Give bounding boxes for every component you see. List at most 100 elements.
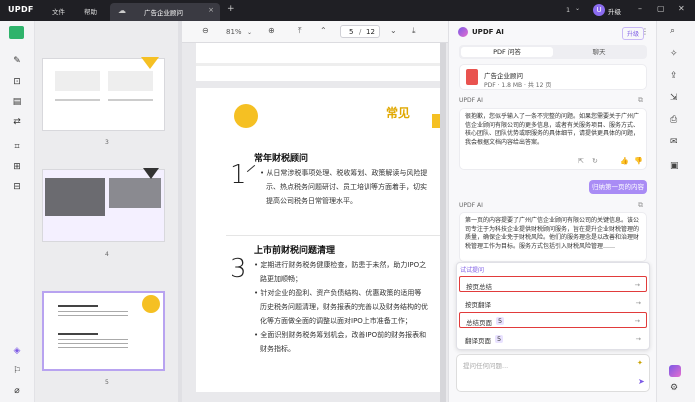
minimize-icon[interactable]: – bbox=[638, 4, 642, 13]
cloud-icon: ☁ bbox=[118, 6, 126, 15]
ai-input-box[interactable]: 提问任何问题... ✦ ➤ bbox=[456, 354, 650, 392]
thumbnail-panel: 3 4 5 bbox=[35, 21, 180, 402]
decor-circle bbox=[234, 104, 258, 128]
ai-menu-icon[interactable]: ⋮ bbox=[641, 27, 649, 36]
save-icon[interactable]: ▣ bbox=[670, 161, 679, 171]
menu-item-summarize-pages[interactable]: 总结页面 5 → bbox=[459, 312, 647, 328]
tab-pdf-qa[interactable]: PDF 问答 bbox=[461, 47, 553, 57]
account-count[interactable]: 1 bbox=[566, 6, 570, 14]
list-line-3: • 针对企业的盈利、资产负债结构、优惠政策的适用等 bbox=[254, 289, 422, 297]
ai-label-1: UPDF AI bbox=[459, 97, 483, 104]
ocr-icon[interactable]: ⌗ bbox=[10, 140, 24, 154]
ai-message-1: 很抱歉，您似乎输入了一条不完整的问题。如果您需要关于广州广信企业顾问有限公司的更… bbox=[459, 108, 647, 170]
header-badge: 常见 bbox=[386, 106, 411, 120]
suggestion-header: 试试提问 bbox=[460, 267, 485, 274]
thumbs-down-icon[interactable]: 👎 bbox=[634, 157, 643, 165]
export-icon[interactable]: ⇲ bbox=[670, 93, 678, 103]
previous-page-icon[interactable]: ⌃ bbox=[320, 26, 327, 35]
ai-chat-icon[interactable]: ✧ bbox=[670, 49, 678, 59]
page-thumbnail-3[interactable] bbox=[42, 57, 165, 131]
edit-text-icon[interactable]: ⊡ bbox=[10, 75, 24, 89]
attachment-icon[interactable]: ⌀ bbox=[10, 384, 24, 398]
section-1-line-1: • 从日常涉税事项处理、税收筹划、政策解读与风险提 bbox=[260, 169, 428, 177]
section-1-line-2: 示、热点税务问题研讨、员工培训等方面着手，切实 bbox=[266, 183, 427, 191]
zoom-level[interactable]: 81% bbox=[226, 28, 242, 36]
page-thumbnail-4[interactable] bbox=[42, 168, 165, 242]
zoom-out-icon[interactable]: ⊖ bbox=[202, 26, 209, 35]
list-line-4: 历史税务问题清理，财务报表的完善以及财务结构的优 bbox=[260, 303, 428, 311]
menu-file[interactable]: 文件 bbox=[52, 6, 65, 16]
send-icon[interactable]: ➤ bbox=[638, 377, 645, 386]
current-page: 常见 常年财税顾问 1 • 从日常涉税事项处理、税收筹划、政策解读与风险提 示、… bbox=[196, 88, 446, 392]
refresh-icon[interactable]: ↻ bbox=[592, 157, 598, 165]
thumbs-up-icon[interactable]: 👍 bbox=[620, 157, 629, 165]
search-icon[interactable]: ⌕ bbox=[670, 26, 675, 36]
pdf-file-icon bbox=[466, 69, 478, 85]
page-number-4: 4 bbox=[105, 251, 109, 258]
section-heading-1: 常年财税顾问 bbox=[254, 154, 309, 164]
share-icon[interactable]: ⇱ bbox=[578, 157, 584, 165]
chevron-down-icon[interactable]: ⌄ bbox=[247, 29, 252, 36]
reader-mode-icon[interactable] bbox=[9, 26, 24, 39]
bookmark-icon[interactable]: ⚐ bbox=[10, 364, 24, 378]
ai-mode-tabs: PDF 问答 聊天 bbox=[459, 45, 647, 59]
list-line-1: • 定期进行财务税务健康检查，防患于未然，助力IPO之 bbox=[254, 261, 427, 269]
avatar[interactable]: U bbox=[593, 4, 605, 16]
ai-message-2: 第一页的内容提要了广州广信企业顾问有限公司的关键信息。该公司专注于为科技企业提供… bbox=[459, 212, 647, 262]
document-scrollbar[interactable] bbox=[440, 43, 446, 402]
section-number-3: 3 bbox=[230, 254, 247, 284]
file-name: 广告企业顾问 bbox=[484, 72, 523, 80]
right-tool-sidebar: ⌕ ✧ ⇪ ⇲ ⎙ ✉ ▣ ⚙ bbox=[656, 21, 695, 402]
ai-assistant-icon[interactable] bbox=[669, 365, 681, 377]
ai-title: UPDF AI bbox=[472, 28, 504, 36]
close-window-icon[interactable]: ✕ bbox=[678, 4, 685, 13]
user-message-summary: 归纳第一页的内容 bbox=[589, 180, 647, 194]
next-page-icon[interactable]: ⌄ bbox=[390, 26, 397, 35]
section-number-1: 1 bbox=[230, 160, 247, 190]
page-thumbnail-5[interactable] bbox=[42, 291, 165, 371]
list-line-2: 路更加顺畅； bbox=[260, 275, 302, 283]
file-card[interactable]: 广告企业顾问 PDF · 1.8 MB · 共 12 页 bbox=[459, 64, 647, 90]
ai-input-placeholder: 提问任何问题... bbox=[463, 362, 509, 370]
previous-page bbox=[196, 43, 446, 81]
menu-help[interactable]: 帮助 bbox=[84, 6, 97, 16]
layers-icon[interactable]: ◈ bbox=[10, 344, 24, 358]
organize-pages-icon[interactable]: ▤ bbox=[10, 95, 24, 109]
tab-chat[interactable]: 聊天 bbox=[553, 47, 645, 57]
page-number-input[interactable]: 5 / 12 bbox=[340, 25, 380, 38]
file-meta: PDF · 1.8 MB · 共 12 页 bbox=[484, 82, 552, 89]
convert-icon[interactable]: ⇄ bbox=[10, 115, 24, 129]
section-1-line-3: 提高公司税务日常管理水平。 bbox=[266, 197, 357, 205]
form-icon[interactable]: ⊟ bbox=[10, 180, 24, 194]
settings-icon[interactable]: ⚙ bbox=[670, 383, 678, 393]
first-page-icon[interactable]: ⤒ bbox=[298, 26, 302, 36]
lightbulb-icon[interactable]: ✦ bbox=[637, 359, 643, 367]
ai-logo-icon bbox=[458, 27, 468, 37]
last-page-icon[interactable]: ⤓ bbox=[412, 26, 416, 36]
title-bar: UPDF 文件 帮助 ☁ 广告企业顾问 × + 1 ⌄ U 升级 – ▢ ✕ bbox=[0, 0, 695, 21]
list-line-7: 财务指标。 bbox=[260, 345, 295, 353]
app-logo: UPDF bbox=[8, 5, 34, 14]
protect-icon[interactable]: ⊞ bbox=[10, 160, 24, 174]
section-heading-2: 上市前财税问题清理 bbox=[254, 246, 336, 256]
menu-item-translate-pages[interactable]: 翻译页面 5 → bbox=[459, 331, 647, 347]
chevron-down-icon[interactable]: ⌄ bbox=[575, 5, 580, 12]
mail-icon[interactable]: ✉ bbox=[670, 137, 678, 147]
list-line-6: • 全面识别财务税务筹划机会，改善IPO前的财务报表和 bbox=[254, 331, 427, 339]
menu-item-page-translate[interactable]: 按页翻译 → bbox=[459, 295, 647, 311]
list-line-5: 化等方面做全面的调整以面对IPO上市准备工作； bbox=[260, 317, 412, 325]
print-icon[interactable]: ⎙ bbox=[670, 115, 677, 125]
comment-icon[interactable]: ✎ bbox=[10, 54, 24, 68]
document-tab[interactable]: ☁ 广告企业顾问 × bbox=[110, 3, 220, 21]
copy-icon[interactable]: ⧉ bbox=[638, 96, 643, 105]
maximize-icon[interactable]: ▢ bbox=[657, 4, 665, 13]
tab-close-icon[interactable]: × bbox=[208, 6, 214, 14]
share-file-icon[interactable]: ⇪ bbox=[670, 71, 678, 81]
copy-icon-2[interactable]: ⧉ bbox=[638, 201, 643, 210]
view-toolbar: ⊖ 81% ⌄ ⊕ ⤒ ⌃ 5 / 12 ⌄ ⤓ bbox=[182, 21, 448, 43]
menu-item-page-summary[interactable]: 按页总结 → bbox=[459, 276, 647, 292]
zoom-in-icon[interactable]: ⊕ bbox=[268, 26, 275, 35]
ai-label-2: UPDF AI bbox=[459, 202, 483, 209]
upgrade-link[interactable]: 升级 bbox=[608, 6, 621, 16]
new-tab-button[interactable]: + bbox=[227, 4, 235, 14]
